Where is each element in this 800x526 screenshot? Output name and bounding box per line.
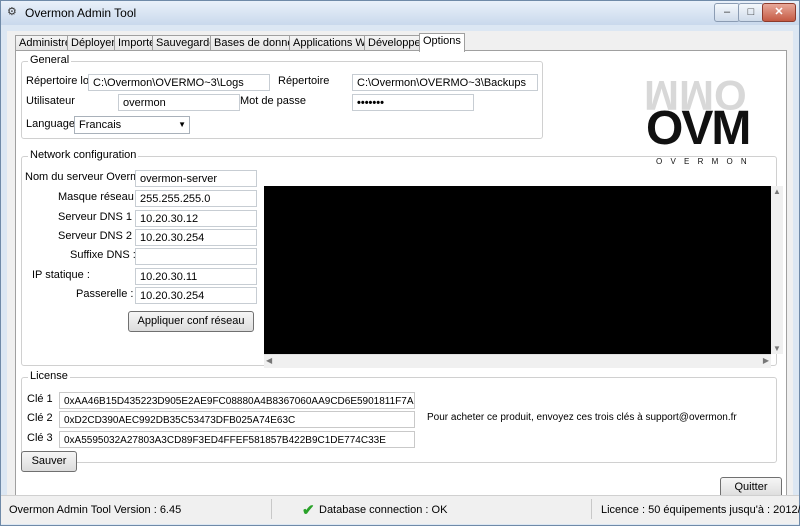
language-select[interactable]: Francais ▼ — [74, 116, 190, 134]
backup-path-field[interactable]: C:\Overmon\OVERMO~3\Backups — [352, 74, 538, 91]
app-window: ⚙ Overmon Admin Tool – □ ✕ Administrer D… — [0, 0, 800, 526]
dns-suffix-field[interactable] — [135, 248, 257, 265]
console-vertical-scrollbar[interactable]: ▲ ▼ — [771, 186, 783, 354]
client-area: Administrer Déployer Importer Sauvegarde… — [7, 31, 793, 519]
check-icon: ✔ — [302, 502, 315, 519]
license-legend: License — [28, 370, 70, 382]
netmask-label: Masque réseau — [58, 191, 134, 203]
save-button[interactable]: Sauver — [21, 451, 77, 472]
console-horizontal-scrollbar[interactable]: ◀ ▶ — [264, 354, 771, 368]
dns1-label: Serveur DNS 1 : — [58, 211, 139, 223]
password-field[interactable]: ••••••• — [352, 94, 474, 111]
general-legend: General — [28, 54, 72, 66]
dns2-field[interactable]: 10.20.30.254 — [135, 229, 257, 246]
options-panel: General Répertoire logs : C:\Overmon\OVE… — [15, 50, 787, 498]
status-divider — [591, 499, 592, 519]
window-title: Overmon Admin Tool — [25, 6, 137, 20]
general-group: General Répertoire logs : C:\Overmon\OVE… — [21, 54, 543, 139]
key3-field[interactable]: 0xA5595032A27803A3CD89F3ED4FFEF581857B42… — [59, 431, 415, 448]
key2-label: Clé 2 — [27, 412, 53, 424]
static-ip-label: IP statique : — [32, 269, 90, 281]
scroll-down-icon[interactable]: ▼ — [773, 344, 781, 353]
licence-status: Licence : 50 équipements jusqu'à : 2012/… — [601, 504, 800, 516]
apply-network-button[interactable]: Appliquer conf réseau — [128, 311, 254, 332]
dns2-label: Serveur DNS 2 : — [58, 230, 139, 242]
logs-path-field[interactable]: C:\Overmon\OVERMO~3\Logs — [88, 74, 270, 91]
license-group: License Clé 1 0xAA46B15D435223D905E2AE9F… — [21, 370, 777, 463]
backup-dir-label: Répertoire — [278, 75, 330, 87]
user-label: Utilisateur — [26, 95, 75, 107]
gateway-field[interactable]: 10.20.30.254 — [135, 287, 257, 304]
tab-deployer[interactable]: Déployer — [67, 35, 120, 51]
server-name-field[interactable]: overmon-server — [135, 170, 257, 187]
status-divider — [271, 499, 272, 519]
close-button[interactable]: ✕ — [762, 3, 796, 22]
netmask-field[interactable]: 255.255.255.0 — [135, 190, 257, 207]
static-ip-field[interactable]: 10.20.30.11 — [135, 268, 257, 285]
tab-options[interactable]: Options — [419, 33, 465, 52]
key1-label: Clé 1 — [27, 393, 53, 405]
db-connection-status: Database connection : OK — [319, 504, 448, 516]
network-console-output — [264, 186, 771, 354]
dns-suffix-label: Suffixe DNS : — [70, 249, 136, 261]
minimize-button[interactable]: – — [714, 3, 740, 22]
chevron-down-icon: ▼ — [178, 120, 186, 129]
password-label: Mot de passe — [240, 95, 307, 107]
key1-field[interactable]: 0xAA46B15D435223D905E2AE9FC08880A4B83670… — [59, 392, 415, 409]
gateway-label: Passerelle : — [76, 288, 134, 300]
language-label: Language : — [26, 118, 82, 130]
network-legend: Network configuration — [28, 149, 139, 161]
key3-label: Clé 3 — [27, 432, 53, 444]
maximize-button[interactable]: □ — [738, 3, 764, 22]
app-icon: ⚙ — [7, 6, 17, 18]
dns1-field[interactable]: 10.20.30.12 — [135, 210, 257, 227]
purchase-note: Pour acheter ce produit, envoyez ces tro… — [427, 412, 737, 423]
status-bar: Overmon Admin Tool Version : 6.45 ✔ Data… — [1, 495, 800, 524]
user-field[interactable]: overmon — [118, 94, 240, 111]
logo-text: OVM — [646, 102, 751, 155]
language-value: Francais — [79, 119, 122, 131]
scroll-right-icon[interactable]: ▶ — [763, 356, 769, 365]
version-status: Overmon Admin Tool Version : 6.45 — [9, 504, 182, 516]
scroll-up-icon[interactable]: ▲ — [773, 187, 781, 196]
key2-field[interactable]: 0xD2CD390AEC992DB35C53473DFB025A74E63C — [59, 411, 415, 428]
scroll-left-icon[interactable]: ◀ — [266, 356, 272, 365]
title-bar: ⚙ Overmon Admin Tool – □ ✕ — [1, 1, 799, 25]
